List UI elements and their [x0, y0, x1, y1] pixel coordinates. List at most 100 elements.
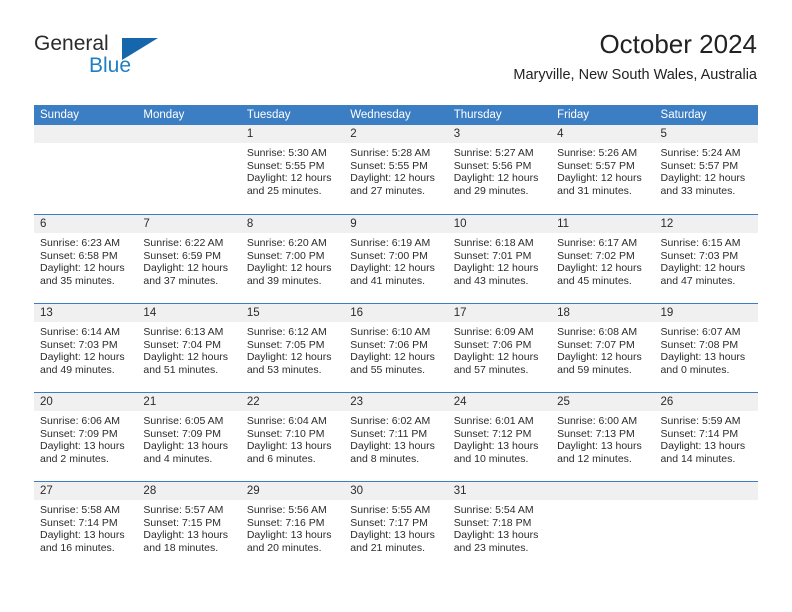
- daylight-text: Daylight: 12 hours and 45 minutes.: [557, 262, 642, 287]
- sunrise-text: Sunrise: 5:56 AM: [246, 504, 327, 516]
- sunset-text: Sunset: 7:17 PM: [350, 516, 428, 529]
- calendar-day-cell[interactable]: 4 Sunrise: 5:26 AM Sunset: 5:57 PM Daylight…: [551, 125, 655, 214]
- sunset-text: Sunset: 5:57 PM: [660, 159, 739, 172]
- day-number: 20: [34, 393, 138, 411]
- calendar-day-cell[interactable]: 31 Sunrise: 5:54 AM Sunset: 7:18 PM Dayligh…: [447, 482, 552, 570]
- calendar-day-cell[interactable]: 22 Sunrise: 6:04 AM Sunset: 7:10 PM Dayligh…: [240, 393, 345, 481]
- sunset-text: Sunset: 7:14 PM: [660, 427, 739, 440]
- calendar-day-cell[interactable]: 2 Sunrise: 5:28 AM Sunset: 5:55 PM Daylight…: [344, 125, 448, 214]
- day-number: 9: [344, 215, 448, 233]
- day-details: Sunrise: 6:01 AM Sunset: 7:12 PM Daylight:…: [448, 411, 551, 465]
- sunrise-text: Sunrise: 6:19 AM: [350, 237, 431, 249]
- sunrise-text: Sunrise: 5:59 AM: [660, 415, 741, 427]
- general-blue-logo: General Blue: [34, 32, 224, 90]
- day-details: Sunrise: 5:24 AM Sunset: 5:57 PM Daylight:…: [655, 143, 758, 197]
- daylight-text: Daylight: 12 hours and 29 minutes.: [453, 172, 539, 197]
- calendar-day-cell[interactable]: 24 Sunrise: 6:01 AM Sunset: 7:12 PM Dayligh…: [447, 393, 552, 481]
- day-details: Sunrise: 6:06 AM Sunset: 7:09 PM Daylight:…: [34, 411, 137, 465]
- calendar-day-cell[interactable]: 10 Sunrise: 6:18 AM Sunset: 7:01 PM Dayligh…: [447, 215, 552, 303]
- calendar-day-cell[interactable]: 25 Sunrise: 6:00 AM Sunset: 7:13 PM Dayligh…: [551, 393, 655, 481]
- sunrise-text: Sunrise: 6:20 AM: [246, 237, 327, 249]
- calendar-day-cell[interactable]: 28 Sunrise: 5:57 AM Sunset: 7:15 PM Dayligh…: [137, 482, 241, 570]
- daylight-text: Daylight: 12 hours and 55 minutes.: [350, 351, 435, 376]
- day-number: 27: [34, 482, 138, 500]
- sunrise-text: Sunrise: 6:22 AM: [143, 237, 224, 249]
- sunset-text: Sunset: 7:14 PM: [40, 516, 118, 529]
- daylight-text: Daylight: 13 hours and 16 minutes.: [40, 529, 125, 554]
- calendar-day-cell[interactable]: 9 Sunrise: 6:19 AM Sunset: 7:00 PM Daylight…: [344, 215, 448, 303]
- calendar-day-cell[interactable]: 14 Sunrise: 6:13 AM Sunset: 7:04 PM Dayligh…: [137, 304, 241, 392]
- logo-text-general: General: [34, 32, 109, 55]
- day-details: Sunrise: 5:56 AM Sunset: 7:16 PM Daylight:…: [241, 500, 344, 554]
- sunrise-text: Sunrise: 6:07 AM: [660, 326, 741, 338]
- calendar-day-cell[interactable]: 12 Sunrise: 6:15 AM Sunset: 7:03 PM Dayligh…: [654, 215, 758, 303]
- sunrise-text: Sunrise: 6:01 AM: [453, 415, 534, 427]
- calendar-day-cell[interactable]: 6 Sunrise: 6:23 AM Sunset: 6:58 PM Daylight…: [34, 215, 138, 303]
- day-number: 19: [654, 304, 758, 322]
- calendar-day-cell[interactable]: 27 Sunrise: 5:58 AM Sunset: 7:14 PM Dayligh…: [34, 482, 138, 570]
- sunset-text: Sunset: 7:06 PM: [453, 338, 532, 351]
- calendar-day-cell-empty: [551, 482, 655, 570]
- day-number: 17: [447, 304, 552, 322]
- daylight-text: Daylight: 13 hours and 6 minutes.: [246, 440, 332, 465]
- sunset-text: Sunset: 7:06 PM: [350, 338, 428, 351]
- day-number: 12: [654, 215, 758, 233]
- sunrise-text: Sunrise: 5:54 AM: [453, 504, 534, 516]
- sunset-text: Sunset: 7:03 PM: [660, 249, 739, 262]
- day-details: Sunrise: 5:59 AM Sunset: 7:14 PM Daylight:…: [655, 411, 758, 465]
- day-number: 1: [240, 125, 345, 143]
- calendar-day-cell[interactable]: 18 Sunrise: 6:08 AM Sunset: 7:07 PM Dayligh…: [551, 304, 655, 392]
- calendar-day-cell[interactable]: 29 Sunrise: 5:56 AM Sunset: 7:16 PM Dayligh…: [240, 482, 345, 570]
- calendar-day-cell[interactable]: 5 Sunrise: 5:24 AM Sunset: 5:57 PM Daylight…: [654, 125, 758, 214]
- daylight-text: Daylight: 12 hours and 41 minutes.: [350, 262, 435, 287]
- day-number: 31: [447, 482, 552, 500]
- sunset-text: Sunset: 7:15 PM: [143, 516, 222, 529]
- calendar-day-cell[interactable]: 30 Sunrise: 5:55 AM Sunset: 7:17 PM Dayligh…: [344, 482, 448, 570]
- calendar-day-cell[interactable]: 13 Sunrise: 6:14 AM Sunset: 7:03 PM Dayligh…: [34, 304, 138, 392]
- day-number: 4: [551, 125, 655, 143]
- calendar-day-cell[interactable]: 3 Sunrise: 5:27 AM Sunset: 5:56 PM Daylight…: [447, 125, 552, 214]
- calendar-week-row: 27 Sunrise: 5:58 AM Sunset: 7:14 PM Dayligh…: [34, 481, 758, 570]
- calendar-day-cell[interactable]: 20 Sunrise: 6:06 AM Sunset: 7:09 PM Dayligh…: [34, 393, 138, 481]
- day-details: Sunrise: 6:18 AM Sunset: 7:01 PM Daylight:…: [448, 233, 551, 287]
- daylight-text: Daylight: 12 hours and 37 minutes.: [143, 262, 229, 287]
- daylight-text: Daylight: 12 hours and 57 minutes.: [453, 351, 539, 376]
- weekday-header-sunday: Sunday: [40, 109, 80, 121]
- weekday-header-monday: Monday: [143, 109, 185, 121]
- day-details: Sunrise: 5:28 AM Sunset: 5:55 PM Daylight:…: [344, 143, 447, 197]
- sunset-text: Sunset: 7:00 PM: [350, 249, 428, 262]
- sunset-text: Sunset: 7:03 PM: [40, 338, 118, 351]
- day-number: 29: [240, 482, 345, 500]
- calendar-week-row: 1 Sunrise: 5:30 AM Sunset: 5:55 PM Daylight…: [34, 125, 758, 214]
- daylight-text: Daylight: 13 hours and 12 minutes.: [557, 440, 642, 465]
- day-number: 30: [344, 482, 448, 500]
- sunset-text: Sunset: 7:05 PM: [246, 338, 325, 351]
- calendar-day-cell[interactable]: 7 Sunrise: 6:22 AM Sunset: 6:59 PM Daylight…: [137, 215, 241, 303]
- sunrise-text: Sunrise: 5:57 AM: [143, 504, 224, 516]
- daylight-text: Daylight: 13 hours and 18 minutes.: [143, 529, 229, 554]
- calendar-day-cell[interactable]: 15 Sunrise: 6:12 AM Sunset: 7:05 PM Dayligh…: [240, 304, 345, 392]
- weekday-header-thursday: Thursday: [453, 109, 502, 121]
- calendar-day-cell[interactable]: 1 Sunrise: 5:30 AM Sunset: 5:55 PM Daylight…: [240, 125, 345, 214]
- daylight-text: Daylight: 12 hours and 49 minutes.: [40, 351, 125, 376]
- day-details: Sunrise: 6:09 AM Sunset: 7:06 PM Daylight:…: [448, 322, 551, 376]
- daylight-text: Daylight: 12 hours and 47 minutes.: [660, 262, 746, 287]
- calendar-day-cell[interactable]: 23 Sunrise: 6:02 AM Sunset: 7:11 PM Dayligh…: [344, 393, 448, 481]
- calendar-day-cell[interactable]: 26 Sunrise: 5:59 AM Sunset: 7:14 PM Dayligh…: [654, 393, 758, 481]
- page-subtitle: Maryville, New South Wales, Australia: [513, 67, 757, 83]
- sunset-text: Sunset: 7:07 PM: [557, 338, 635, 351]
- page-header: General Blue October 2024 Maryville, New…: [34, 28, 757, 100]
- sunset-text: Sunset: 7:11 PM: [350, 427, 428, 440]
- calendar-week-row: 6 Sunrise: 6:23 AM Sunset: 6:58 PM Daylight…: [34, 214, 758, 303]
- calendar-day-cell[interactable]: 17 Sunrise: 6:09 AM Sunset: 7:06 PM Dayligh…: [447, 304, 552, 392]
- day-details: Sunrise: 6:17 AM Sunset: 7:02 PM Daylight:…: [551, 233, 654, 287]
- calendar-day-cell[interactable]: 16 Sunrise: 6:10 AM Sunset: 7:06 PM Dayligh…: [344, 304, 448, 392]
- calendar-day-cell[interactable]: 19 Sunrise: 6:07 AM Sunset: 7:08 PM Dayligh…: [654, 304, 758, 392]
- day-details: Sunrise: 6:19 AM Sunset: 7:00 PM Daylight:…: [344, 233, 447, 287]
- weekday-header-row: Sunday Monday Tuesday Wednesday Thursday…: [34, 105, 758, 125]
- daylight-text: Daylight: 12 hours and 51 minutes.: [143, 351, 229, 376]
- calendar-day-cell[interactable]: 8 Sunrise: 6:20 AM Sunset: 7:00 PM Daylight…: [240, 215, 345, 303]
- calendar-day-cell[interactable]: 21 Sunrise: 6:05 AM Sunset: 7:09 PM Dayligh…: [137, 393, 241, 481]
- calendar-day-cell-empty: [654, 482, 758, 570]
- calendar-day-cell[interactable]: 11 Sunrise: 6:17 AM Sunset: 7:02 PM Dayligh…: [551, 215, 655, 303]
